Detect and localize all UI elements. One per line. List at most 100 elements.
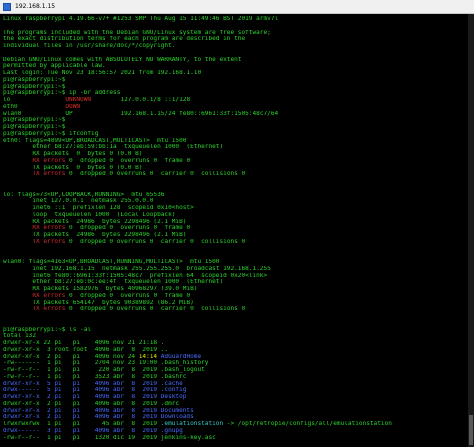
terminal-text: RX errors [32, 157, 66, 164]
scrollbar-thumb[interactable] [469, 415, 473, 445]
terminal-line: drwxr-xr-x 2 pi pi 4096 abr 8 2019 Downl… [3, 414, 465, 421]
terminal-text: 0 dropped 0 overruns 0 frame 0 [65, 225, 191, 232]
terminal-line: pi@raspberrypi:~$ ip -br address [3, 90, 465, 97]
terminal-line: pi@raspberrypi:~$ ls -al [3, 327, 465, 334]
terminal-line: TX packets 0 bytes 0 (0.0 B) [3, 165, 465, 172]
terminal-text: Linux raspberrypi 4.19.66-v7+ #1253 SMP … [3, 16, 279, 22]
terminal-line: lo UNKNOWN 127.0.0.1/8 ::1/128 [3, 97, 465, 104]
terminal-text: permitted by applicable law. [3, 63, 106, 70]
terminal-text: DOWN [65, 103, 81, 110]
terminal-line: drwxr-xr-x 5 pi pi 4096 abr 8 2019 .cach… [3, 381, 465, 388]
terminal-line: drwx------ 3 pi pi 4096 abr 8 2019 .gnup… [3, 428, 465, 435]
terminal-line: Last login: Tue Nov 23 18:56:57 2021 fro… [3, 70, 465, 77]
terminal-text: 0 dropped 0 overruns 0 carrier 0 collisi… [65, 306, 246, 313]
terminal-text: loop txqueuelen 1000 (Local Loopback) [3, 211, 176, 218]
terminal-line: Linux raspberrypi 4.19.66-v7+ #1253 SMP … [3, 16, 465, 23]
terminal-text: -rw-r--r-- 1 pi pi 1320 dic 19 2019 jenk… [3, 434, 216, 441]
terminal-output[interactable]: Linux raspberrypi 4.19.66-v7+ #1253 SMP … [3, 16, 465, 447]
terminal-line: loop txqueuelen 1000 (Local Loopback) [3, 212, 465, 219]
terminal-line: pi@raspberrypi:~$ ifconfig [3, 131, 465, 138]
terminal-line: drwxr-xr-x 3 root root 4096 abr 8 2019 .… [3, 347, 465, 354]
terminal-line: drwxr-xr-x 22 pi pi 4096 nov 21 21:18 . [3, 340, 465, 347]
terminal-text: 0 dropped 0 overruns 0 carrier 0 collisi… [65, 238, 246, 245]
terminal-text: 0 dropped 0 overruns 0 frame 0 [65, 157, 191, 164]
terminal-line: TX errors 0 dropped 0 overruns 0 carrier… [3, 306, 465, 313]
terminal-text: pi@raspberrypi:~$ [3, 76, 66, 83]
terminal-text: drwxr-xr-x 5 pi pi 4096 abr 8 2019 .cach… [3, 380, 183, 387]
terminal-text: TX errors [32, 171, 66, 178]
terminal-text: inet 127.0.0.1 netmask 255.0.0.0 [3, 198, 154, 205]
terminal-line: wlan0: flags=4163<UP,BROADCAST,RUNNING,M… [3, 259, 465, 266]
terminal-text: .emulationstation [160, 421, 224, 427]
terminal-line: RX packets 1582976 bytes 40968297 (39.0 … [3, 286, 465, 293]
terminal-text: total 132 [3, 333, 37, 340]
terminal-line: individual files in /usr/share/doc/*/cop… [3, 43, 465, 50]
terminal-window: 192.168.1.15 Linux raspberrypi 4.19.66-v… [0, 0, 474, 447]
terminal-text: -rw------- 1 pi pi 2704 nov 23 19:00 .ba… [3, 360, 209, 367]
terminal-text: TX errors [32, 306, 66, 313]
terminal-line: RX packets 0 bytes 0 (0.0 B) [3, 151, 465, 158]
terminal-text: -rw-r--r-- 1 pi pi 220 abr 8 2019 .bash_… [3, 367, 205, 373]
terminal-line: drwxr-xr-x 2 pi pi 4096 abr 8 2019 .dmrc [3, 401, 465, 408]
terminal-line: RX packets 24986 bytes 2298496 (2.1 MiB) [3, 219, 465, 226]
terminal-line: -rw-r--r-- 1 pi pi 220 abr 8 2019 .bash_… [3, 367, 465, 374]
terminal-text: lrwxrwxrwx 1 pi pi 45 abr 8 2019 [3, 421, 161, 427]
terminal-text: wlan0: flags=4163<UP,BROADCAST,RUNNING,M… [3, 259, 220, 265]
terminal-text: The programs included with the Debian GN… [3, 29, 271, 36]
terminal-text: Debian GNU/Linux comes with ABSOLUTELY N… [3, 56, 242, 63]
terminal-line: lrwxrwxrwx 1 pi pi 45 abr 8 2019 .emulat… [3, 421, 465, 428]
terminal-line: inet6 ::1 prefixlen 128 scopeid 0x10<hos… [3, 205, 465, 212]
terminal-text: -> /opt/retropie/configs/all/emulationst… [223, 421, 392, 427]
terminal-text: inet6 fe80::6961:33f:1505:48c7 prefixlen… [3, 272, 268, 279]
terminal-text: 0 dropped 0 overruns 0 frame 0 [65, 292, 191, 299]
terminal-text: drwxr-xr-x 2 pi pi 4096 abr 8 2019 .dmrc [3, 400, 180, 407]
terminal-line: ether b8:27:eb:0c:ee:4f txqueuelen 1000 … [3, 279, 465, 286]
terminal-text: pi@raspberrypi:~$ ip -br address [3, 90, 121, 97]
terminal-text: drwx------ 5 pi pi 4096 abr 8 2019 .conf… [3, 387, 187, 394]
window-titlebar[interactable]: 192.168.1.15 [0, 0, 474, 14]
terminal-icon [3, 2, 11, 11]
terminal-line: ether b8:27:eb:59:bb:1a txqueuelen 1000 … [3, 144, 465, 151]
terminal-text: -rw-r--r-- 1 pi pi 3523 abr 8 2019 .bash… [3, 373, 187, 380]
terminal-line: pi@raspberrypi:~$ [3, 77, 465, 84]
terminal-text: UP [65, 110, 121, 117]
terminal-text: Last login: Tue Nov 23 18:56:57 2021 fro… [3, 70, 202, 76]
terminal-text: drwxr-xr-x 3 root root 4096 abr 8 2019 .… [3, 346, 169, 353]
terminal-line: The programs included with the Debian GN… [3, 30, 465, 37]
terminal-line: TX packets 654147 bytes 90389892 (86.2 M… [3, 300, 465, 307]
terminal-text: TX packets 0 bytes 0 (0.0 B) [3, 164, 143, 171]
scrollbar[interactable] [468, 14, 474, 447]
terminal-text: RX errors [32, 225, 66, 232]
terminal-text: RX packets 1582976 bytes 40968297 (39.0 … [3, 286, 198, 292]
terminal-text: 192.168.1.15/24 fe80::6961:33f:1505:48c7… [120, 110, 279, 117]
terminal-line: pi@raspberrypi:~$ [3, 117, 465, 124]
terminal-line: Debian GNU/Linux comes with ABSOLUTELY N… [3, 57, 465, 64]
terminal-line: pi@raspberrypi:~$ [3, 84, 465, 91]
terminal-line: lo: flags=73<UP,LOOPBACK,RUNNING> mtu 65… [3, 192, 465, 199]
terminal-line: drwx------ 5 pi pi 4096 abr 8 2019 .conf… [3, 387, 465, 394]
terminal-text: drwxr-xr-x 2 pi pi 4096 abr 8 2019 Docum… [3, 407, 194, 414]
terminal-text: drwxr-xr-x 2 pi pi 4096 nov 24 [3, 353, 139, 360]
terminal-text: the exact distribution terms for each pr… [3, 36, 246, 43]
terminal-line: permitted by applicable law. [3, 63, 465, 70]
terminal-text: RX packets 24986 bytes 2298496 (2.1 MiB) [3, 218, 187, 225]
terminal-line: RX errors 0 dropped 0 overruns 0 frame 0 [3, 293, 465, 300]
terminal-text: lo: flags=73<UP,LOOPBACK,RUNNING> mtu 65… [3, 191, 165, 198]
terminal-line: -rw-r--r-- 1 pi pi 1320 dic 19 2019 jenk… [3, 435, 465, 442]
terminal-line: -rw------- 1 pi pi 2704 nov 23 19:00 .ba… [3, 360, 465, 367]
terminal-line: wlan0 UP 192.168.1.15/24 fe80::6961:33f:… [3, 111, 465, 118]
terminal-line: drwxr-xr-x 2 pi pi 4096 abr 8 2019 Docum… [3, 408, 465, 415]
terminal-text: drwxr-xr-x 2 pi pi 4096 abr 8 2019 Downl… [3, 414, 194, 421]
terminal-line: the exact distribution terms for each pr… [3, 36, 465, 43]
terminal-text: pi@raspberrypi:~$ [3, 124, 66, 130]
terminal-line: -rw-r--r-- 1 pi pi 3523 abr 8 2019 .bash… [3, 374, 465, 381]
